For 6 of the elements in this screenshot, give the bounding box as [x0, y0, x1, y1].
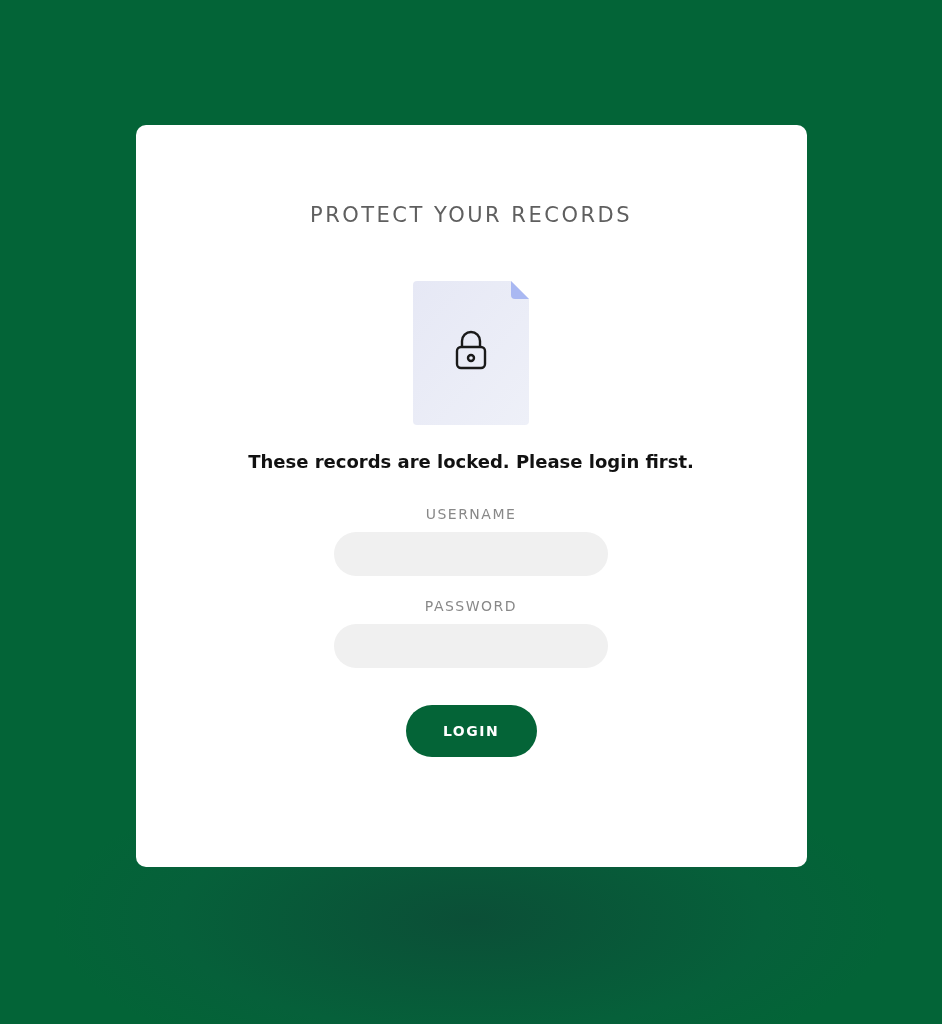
field-label: USERNAME: [425, 506, 517, 522]
locked-document-icon: [411, 279, 531, 427]
locked-message: These records are locked. Please login first.: [248, 451, 694, 472]
card-title: PROTECT YOUR RECORDS: [309, 203, 632, 227]
field-label: PASSWORD: [424, 598, 518, 614]
login-button[interactable]: LOGIN: [405, 705, 537, 757]
